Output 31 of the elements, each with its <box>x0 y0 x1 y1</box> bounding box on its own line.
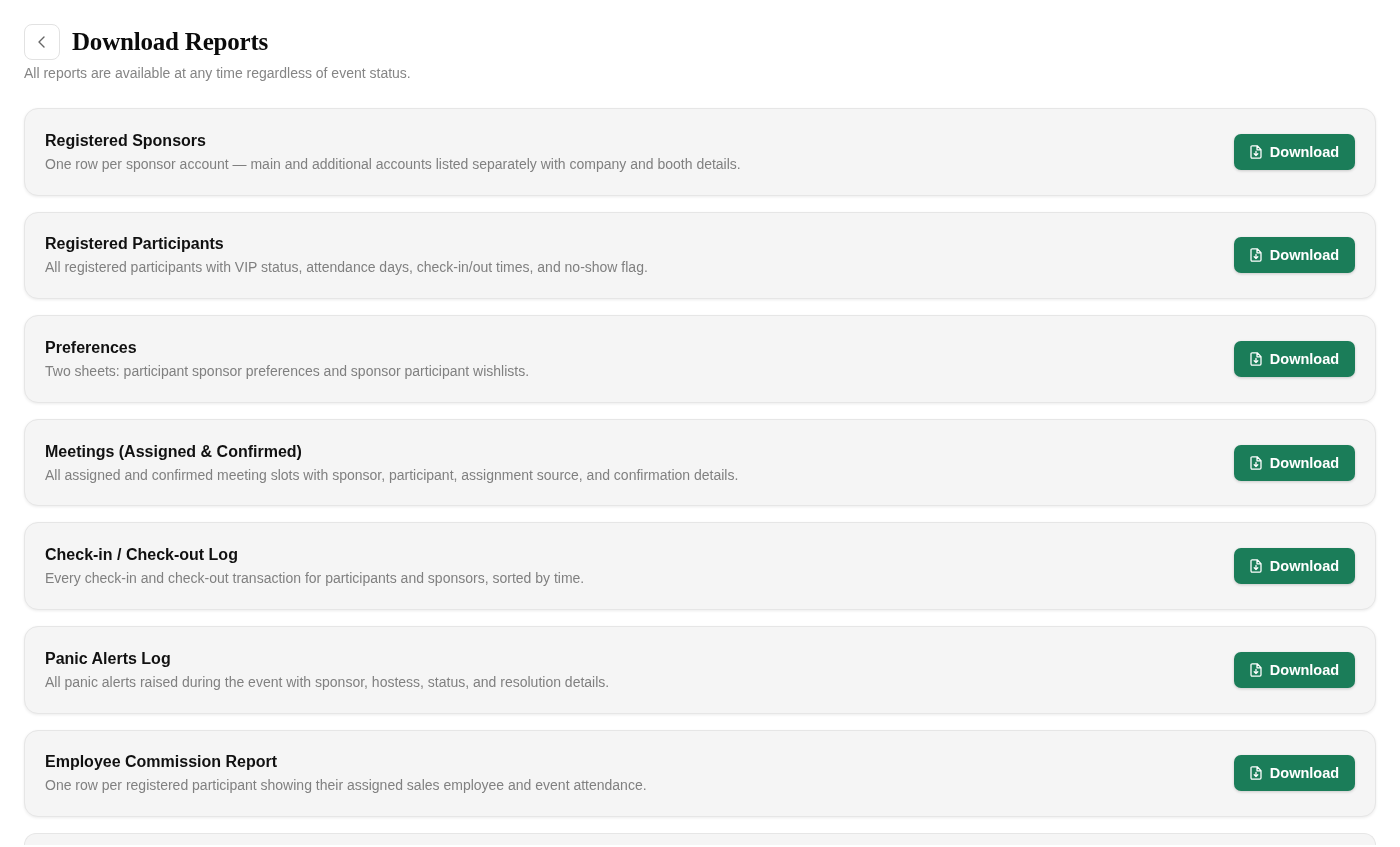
report-description: One row per sponsor account — main and additional accounts listed separately with company and booth details. <box>45 154 741 174</box>
report-title: Panic Alerts Log <box>45 648 172 669</box>
back-button[interactable] <box>24 24 60 60</box>
download-button[interactable]: Download <box>1234 133 1355 170</box>
file-download-icon <box>1249 766 1262 781</box>
download-button[interactable]: Download <box>1234 237 1355 274</box>
file-download-icon <box>1249 559 1262 574</box>
download-button[interactable]: Download <box>1234 341 1355 377</box>
report-description: Every check-in and check-out transaction for participants and sponsors, sorted by time. <box>45 569 585 589</box>
download-button[interactable]: Download <box>1234 444 1355 481</box>
report-title: Employee Commission Report <box>45 752 279 773</box>
page-title: Download Reports <box>72 27 269 57</box>
page-subtitle: All reports are available at any time regardless of event status. <box>24 64 411 83</box>
report-description: All registered participants with VIP status, attendance days, check-in/out times, and no-show flag. <box>45 258 648 278</box>
file-download-icon <box>1249 144 1262 159</box>
report-description: All panic alerts raised during the event with sponsor, hostess, status, and resolution details. <box>45 672 610 692</box>
file-download-icon <box>1249 662 1262 677</box>
report-title: Registered Participants <box>45 234 225 255</box>
file-download-icon <box>1249 248 1262 263</box>
report-description: Two sheets: participant sponsor preferences and sponsor participant wishlists. <box>45 362 530 381</box>
report-title: Meetings (Assigned & Confirmed) <box>45 441 303 462</box>
download-button[interactable]: Download <box>1234 548 1355 585</box>
report-title: Registered Sponsors <box>45 130 207 151</box>
report-description: All assigned and confirmed meeting slots with sponsor, participant, assignment source, and confirmation details. <box>45 465 739 485</box>
report-description: One row per registered participant showing their assigned sales employee and event attendance. <box>45 776 647 796</box>
file-download-icon <box>1249 455 1262 470</box>
download-button[interactable]: Download <box>1234 651 1355 688</box>
download-button[interactable]: Download <box>1234 755 1355 792</box>
report-title: Preferences <box>45 338 138 358</box>
file-download-icon <box>1249 352 1262 366</box>
report-title: Check-in / Check-out Log <box>45 545 239 566</box>
